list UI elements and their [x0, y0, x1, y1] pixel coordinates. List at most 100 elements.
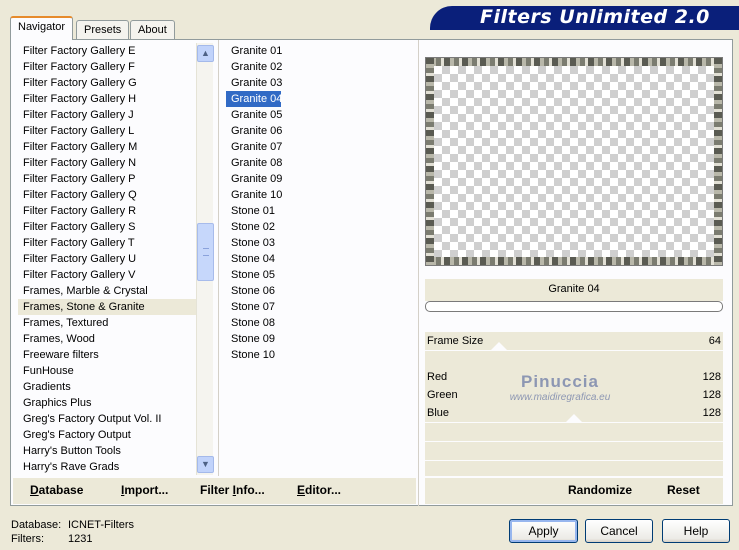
stone-frame-bottom — [426, 257, 722, 265]
filter-item[interactable]: Granite 07 — [226, 139, 282, 155]
category-scrollbar[interactable]: ▲ ▼ — [196, 43, 214, 475]
slider-marker-icon[interactable] — [566, 414, 582, 422]
frame-size-slider[interactable]: Frame Size 64 — [425, 332, 723, 350]
blue-value: 128 — [702, 407, 721, 419]
filter-item[interactable]: Stone 09 — [226, 331, 281, 347]
empty-slot — [425, 351, 723, 369]
category-item[interactable]: Filter Factory Gallery P — [18, 171, 196, 187]
filter-item[interactable]: Granite 04 — [226, 91, 282, 107]
help-button[interactable]: Help — [662, 519, 730, 543]
category-item[interactable]: Greg's Factory Output Vol. II — [18, 411, 196, 427]
category-item[interactable]: Filter Factory Gallery U — [18, 251, 196, 267]
green-label: Green — [427, 389, 458, 401]
stone-frame-left — [426, 58, 434, 265]
category-item[interactable]: Filter Factory Gallery T — [18, 235, 196, 251]
category-item[interactable]: Filter Factory Gallery H — [18, 91, 196, 107]
category-item[interactable]: Filter Factory Gallery L — [18, 123, 196, 139]
filter-item[interactable]: Stone 08 — [226, 315, 281, 331]
filter-item[interactable]: Granite 06 — [226, 123, 282, 139]
preview-image — [425, 57, 723, 266]
filter-item[interactable]: Stone 03 — [226, 235, 281, 251]
red-slider[interactable]: Red 128 — [425, 368, 723, 386]
green-value: 128 — [702, 389, 721, 401]
grip-icon — [203, 248, 209, 256]
scroll-up-button[interactable]: ▲ — [197, 45, 214, 62]
scroll-thumb[interactable] — [197, 223, 214, 281]
tab-about[interactable]: About — [130, 20, 175, 40]
category-item[interactable]: Greg's Factory Output — [18, 427, 196, 443]
category-item[interactable]: Frames, Wood — [18, 331, 196, 347]
blue-label: Blue — [427, 407, 450, 419]
category-item[interactable]: Filter Factory Gallery F — [18, 59, 196, 75]
filter-item[interactable]: Stone 01 — [226, 203, 281, 219]
tab-presets[interactable]: Presets — [76, 20, 130, 40]
randomize-button[interactable]: Randomize — [568, 483, 632, 497]
filter-item[interactable]: Granite 08 — [226, 155, 282, 171]
red-value: 128 — [702, 371, 721, 383]
category-item[interactable]: Filter Factory Gallery R — [18, 203, 196, 219]
category-item[interactable]: Filter Factory Gallery S — [18, 219, 196, 235]
filter-item[interactable]: Stone 02 — [226, 219, 281, 235]
category-item[interactable]: Harry's Rave Grads — [18, 459, 196, 475]
blue-slider[interactable]: Blue 128 — [425, 404, 723, 422]
list-divider — [218, 40, 219, 476]
filter-item[interactable]: Granite 03 — [226, 75, 282, 91]
category-item[interactable]: Gradients — [18, 379, 196, 395]
filter-item[interactable]: Granite 02 — [226, 59, 282, 75]
category-item[interactable]: FunHouse — [18, 363, 196, 379]
database-button[interactable]: Database — [30, 483, 83, 497]
category-item[interactable]: Filter Factory Gallery Q — [18, 187, 196, 203]
category-item[interactable]: Filter Factory Gallery M — [18, 139, 196, 155]
category-item[interactable]: Filter Factory Gallery N — [18, 155, 196, 171]
reset-button[interactable]: Reset — [667, 483, 700, 497]
left-button-bar: Database Import... Filter Info... Editor… — [13, 478, 416, 504]
frame-size-value: 64 — [708, 335, 721, 347]
app-banner: Filters Unlimited 2.0 — [430, 6, 739, 28]
database-status-label: Database: — [11, 519, 62, 531]
filter-item[interactable]: Stone 06 — [226, 283, 281, 299]
filter-info-button[interactable]: Filter Info... — [200, 483, 265, 497]
category-item[interactable]: Graphics Plus — [18, 395, 196, 411]
scroll-down-button[interactable]: ▼ — [197, 456, 214, 473]
editor-button[interactable]: Editor... — [297, 483, 341, 497]
filter-item[interactable]: Stone 07 — [226, 299, 281, 315]
slider-marker-icon[interactable] — [491, 342, 507, 350]
category-item[interactable]: Frames, Stone & Granite — [18, 299, 196, 315]
frame-size-label: Frame Size — [427, 335, 484, 347]
category-item[interactable]: Harry's Button Tools — [18, 443, 196, 459]
cancel-button[interactable]: Cancel — [585, 519, 653, 543]
empty-slot — [425, 461, 723, 476]
category-list[interactable]: Filter Factory Gallery E Filter Factory G… — [18, 43, 196, 475]
controls-area: Frame Size 64 Red 128 Green 128 Blue 128 — [425, 330, 723, 476]
empty-slot — [425, 423, 723, 441]
preview-filter-name: Granite 04 — [425, 279, 723, 301]
category-item[interactable]: Frames, Marble & Crystal — [18, 283, 196, 299]
filter-item[interactable]: Stone 04 — [226, 251, 281, 267]
filter-item[interactable]: Granite 05 — [226, 107, 282, 123]
tab-navigator[interactable]: Navigator — [10, 16, 74, 40]
banner-underline — [430, 28, 739, 30]
filter-item[interactable]: Granite 09 — [226, 171, 282, 187]
green-slider[interactable]: Green 128 — [425, 386, 723, 404]
apply-button[interactable]: Apply — [509, 519, 578, 543]
stone-frame-right — [714, 58, 722, 265]
category-item[interactable]: Freeware filters — [18, 347, 196, 363]
category-item[interactable]: Filter Factory Gallery G — [18, 75, 196, 91]
filter-list[interactable]: Granite 01 Granite 02 Granite 03 Granite 04… — [226, 43, 416, 463]
import-button[interactable]: Import... — [121, 483, 168, 497]
panel-divider — [418, 40, 419, 506]
right-button-bar: Randomize Reset — [425, 478, 723, 504]
progress-bar — [425, 301, 723, 312]
category-item[interactable]: Filter Factory Gallery E — [18, 43, 196, 59]
stone-frame-top — [426, 58, 722, 66]
filter-item[interactable]: Stone 10 — [226, 347, 281, 363]
database-status-value: ICNET-Filters — [68, 519, 134, 531]
filter-item[interactable]: Granite 10 — [226, 187, 282, 203]
red-label: Red — [427, 371, 448, 383]
empty-slot — [425, 442, 723, 460]
category-item[interactable]: Filter Factory Gallery V — [18, 267, 196, 283]
filter-item[interactable]: Stone 05 — [226, 267, 281, 283]
category-item[interactable]: Filter Factory Gallery J — [18, 107, 196, 123]
filter-item[interactable]: Granite 01 — [226, 43, 282, 59]
category-item[interactable]: Frames, Textured — [18, 315, 196, 331]
